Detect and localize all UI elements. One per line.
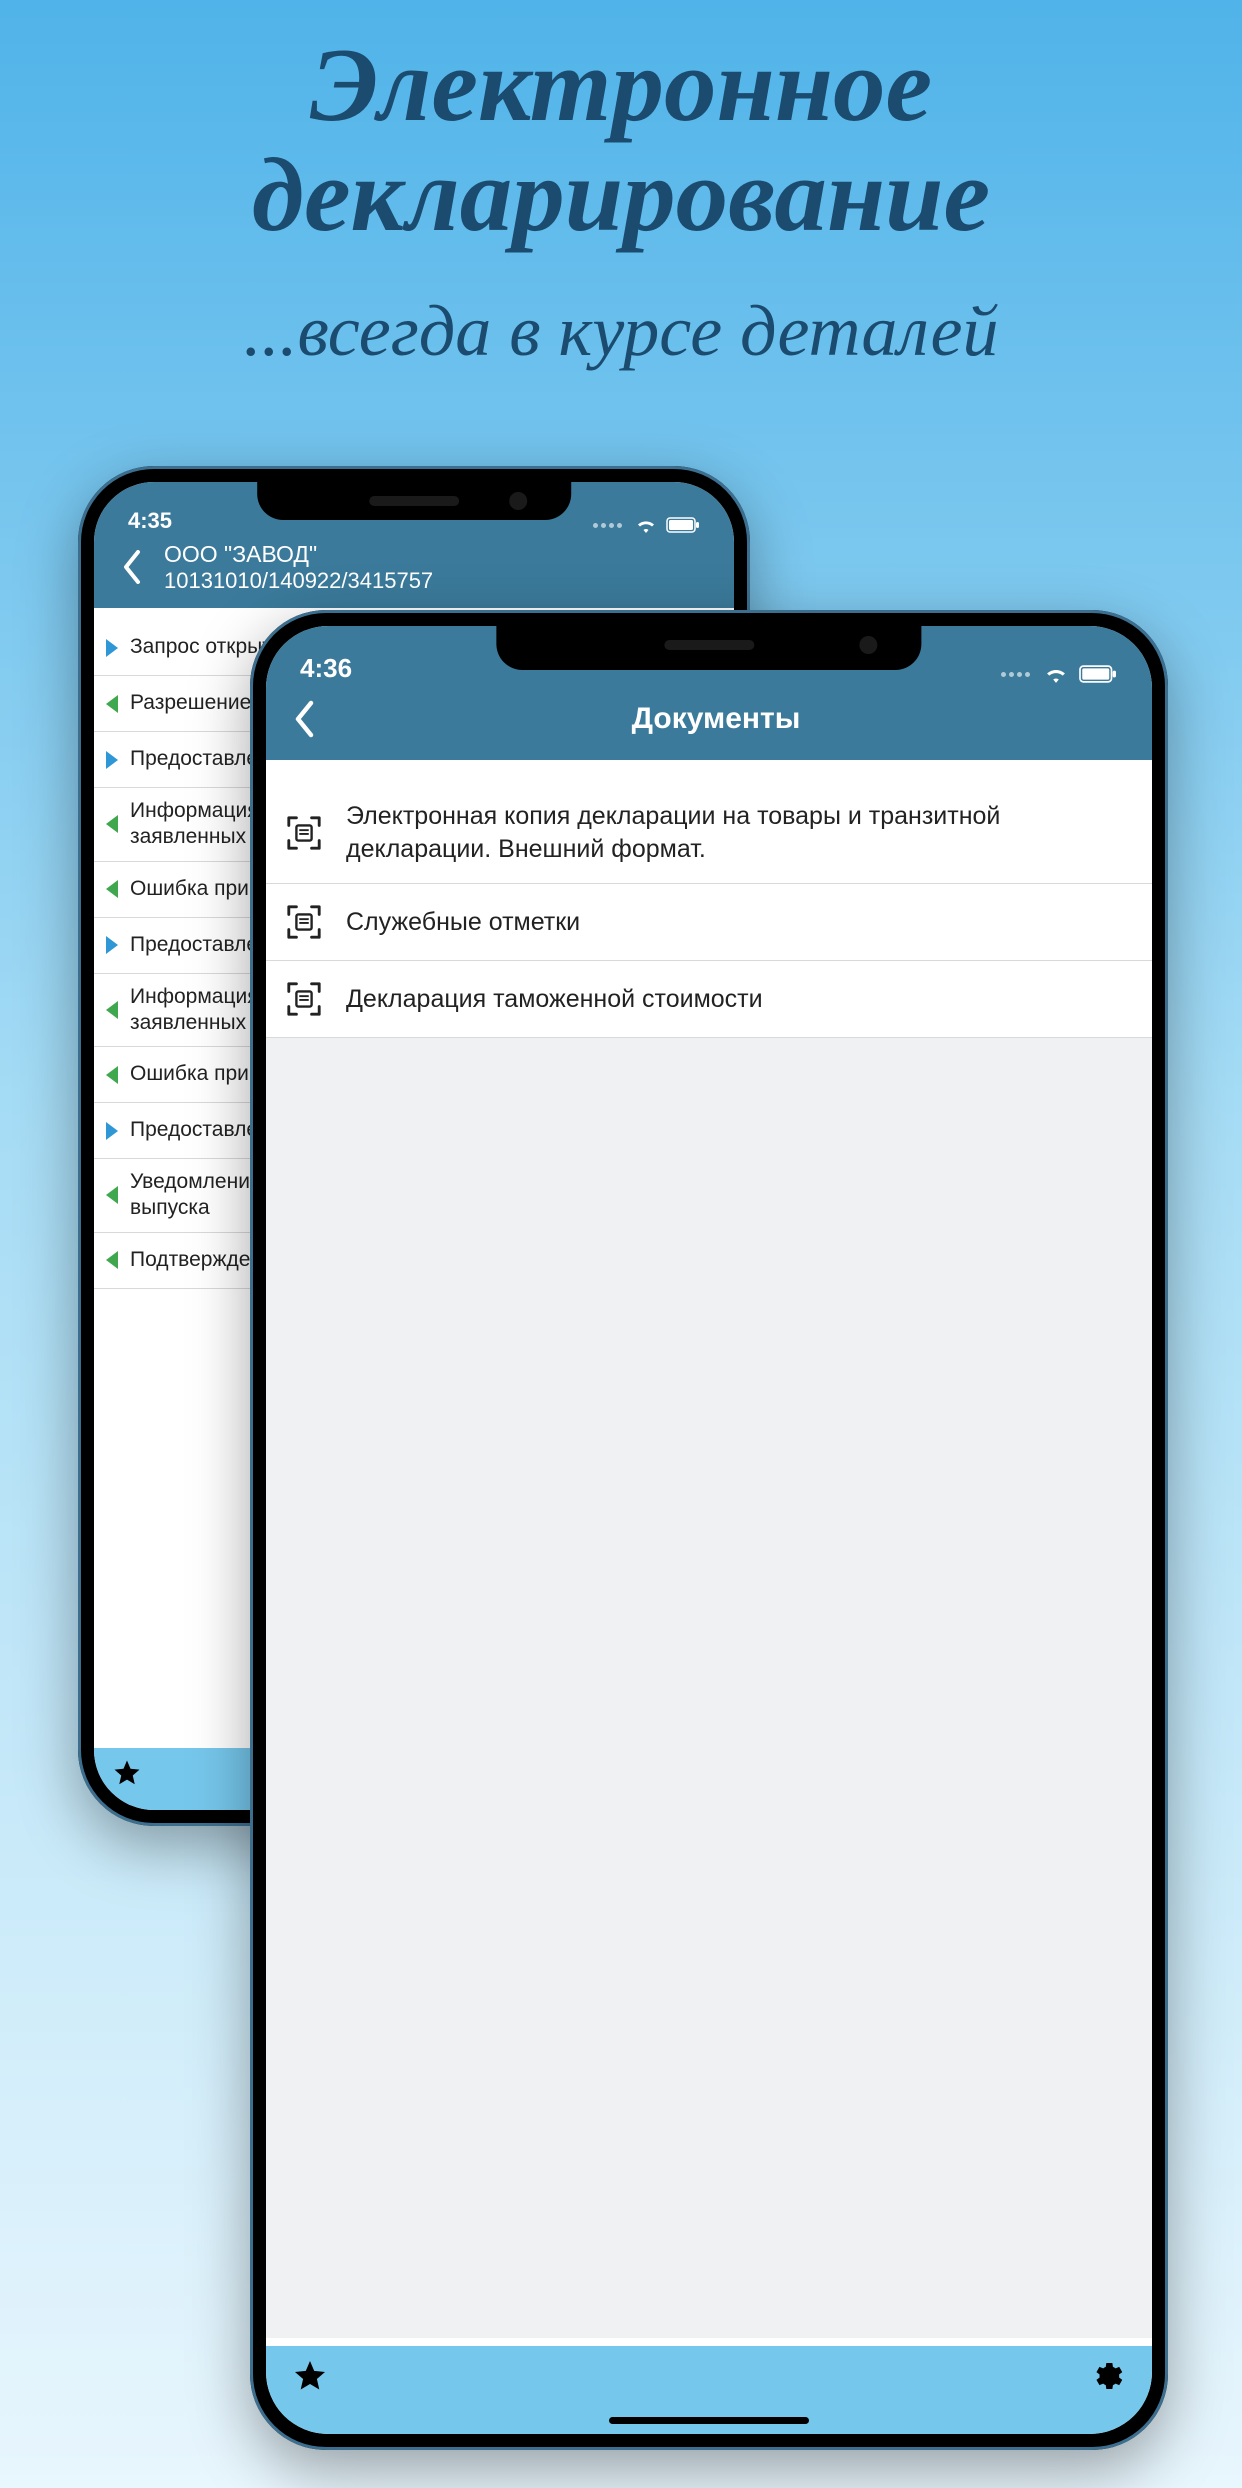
arrow-in-icon (106, 695, 118, 713)
document-row[interactable]: Служебные отметки (266, 884, 1152, 961)
phone-notch (496, 626, 921, 670)
phone-notch (257, 482, 571, 520)
battery-icon (1078, 665, 1118, 683)
battery-icon (666, 517, 700, 533)
arrow-in-icon (106, 1186, 118, 1204)
wifi-icon (634, 516, 658, 534)
document-title: Декларация таможенной стоимости (346, 983, 763, 1016)
status-time: 4:35 (128, 508, 172, 534)
back-button[interactable] (114, 540, 150, 594)
arrow-out-icon (106, 936, 118, 954)
favorite-button[interactable] (292, 2358, 328, 2394)
home-indicator (609, 2417, 809, 2424)
document-row[interactable]: Электронная копия декларации на товары и… (266, 782, 1152, 884)
arrow-in-icon (106, 1251, 118, 1269)
document-row[interactable]: Декларация таможенной стоимости (266, 961, 1152, 1038)
status-time: 4:36 (300, 653, 352, 684)
cellular-icon (593, 523, 622, 528)
wifi-icon (1042, 664, 1070, 684)
document-title: Электронная копия декларации на товары и… (346, 800, 1134, 865)
document-icon (284, 813, 324, 853)
favorite-button[interactable] (112, 1758, 142, 1788)
header-decl-number: 10131010/140922/3415757 (164, 568, 433, 594)
document-icon (284, 979, 324, 1019)
promo-subtitle: ...всегда в курсе деталей (0, 290, 1242, 373)
phone-mockup-documents: Документы 4:36 (250, 610, 1168, 2450)
arrow-out-icon (106, 751, 118, 769)
document-icon (284, 902, 324, 942)
arrow-in-icon (106, 1001, 118, 1019)
header-company: ООО "ЗАВОД" (164, 541, 433, 568)
bottom-bar (266, 2346, 1152, 2434)
settings-button[interactable] (1090, 2358, 1126, 2394)
cellular-icon (1001, 672, 1030, 677)
arrow-in-icon (106, 1066, 118, 1084)
arrow-in-icon (106, 880, 118, 898)
header-title: Документы (300, 702, 1132, 736)
arrow-out-icon (106, 639, 118, 657)
promo-title: Электронное декларирование (0, 30, 1242, 251)
documents-list[interactable]: Электронная копия декларации на товары и… (266, 782, 1152, 2338)
arrow-out-icon (106, 1122, 118, 1140)
arrow-in-icon (106, 815, 118, 833)
document-title: Служебные отметки (346, 906, 580, 939)
